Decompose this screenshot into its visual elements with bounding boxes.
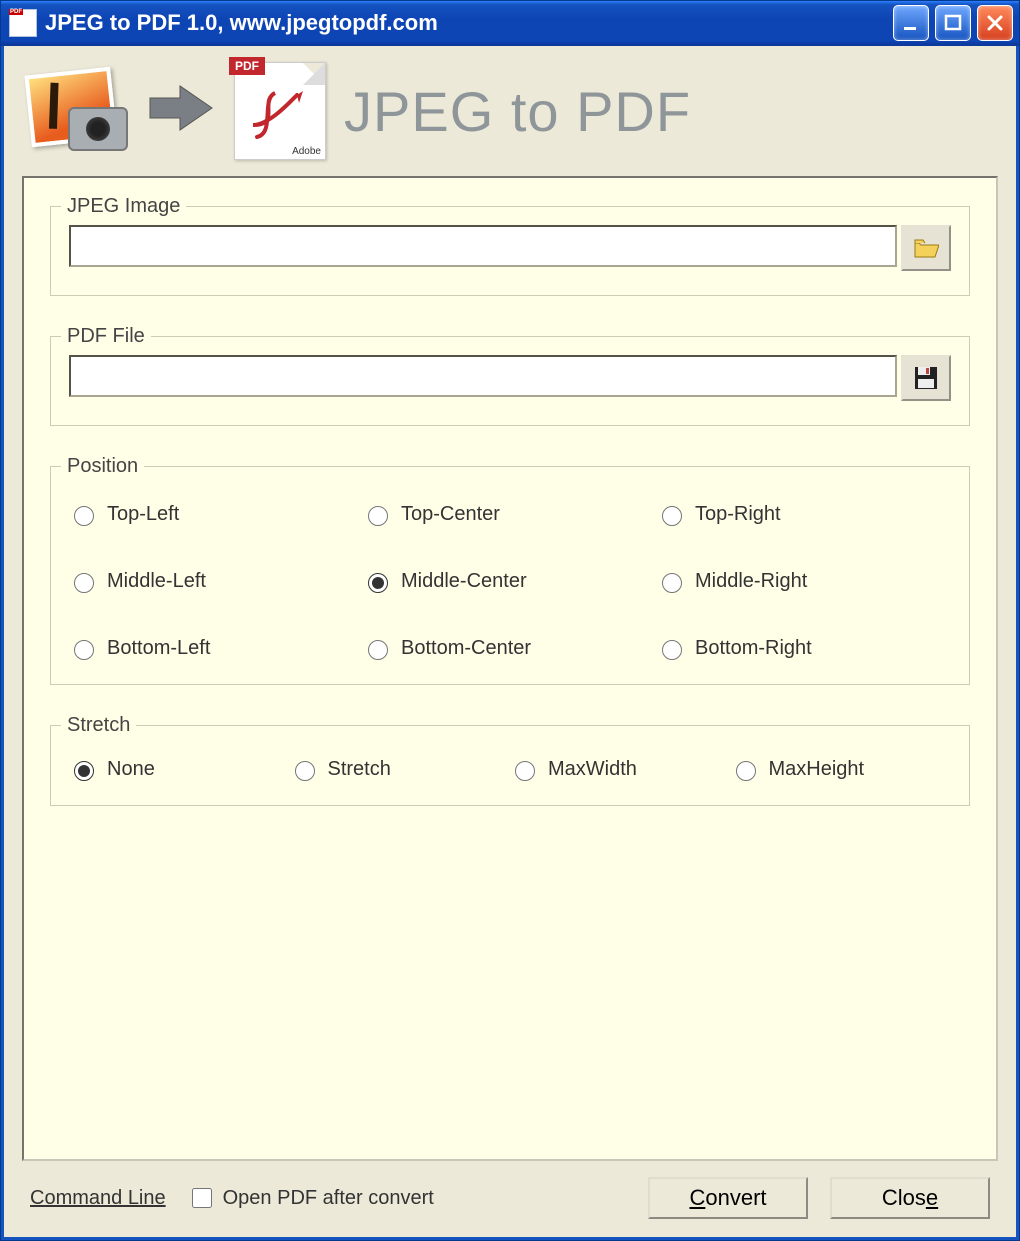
position-group: Position Top-LeftTop-CenterTop-RightMidd… xyxy=(50,466,970,685)
position-option-label: Middle-Right xyxy=(695,570,807,593)
minimize-button[interactable] xyxy=(893,5,929,41)
save-pdf-button[interactable] xyxy=(901,355,951,401)
position-option-label: Middle-Left xyxy=(107,570,206,593)
position-legend: Position xyxy=(61,455,144,478)
app-window: JPEG to PDF 1.0, www.jpegtopdf.com PDF xyxy=(0,0,1020,1241)
position-option-label: Bottom-Right xyxy=(695,637,812,660)
folder-open-icon xyxy=(913,235,939,261)
jpeg-image-group: JPEG Image xyxy=(50,206,970,296)
position-option-middle-left[interactable]: Middle-Left xyxy=(69,570,363,593)
stretch-option-stretch[interactable]: Stretch xyxy=(290,758,511,781)
position-option-bottom-right[interactable]: Bottom-Right xyxy=(657,637,951,660)
client-area: PDF Adobe JPEG to PDF JPEG Image xyxy=(1,46,1019,1240)
stretch-option-maxheight[interactable]: MaxHeight xyxy=(731,758,952,781)
stretch-option-none[interactable]: None xyxy=(69,758,290,781)
photo-camera-icon xyxy=(28,71,128,151)
minimize-icon xyxy=(901,13,921,33)
stretch-radio[interactable] xyxy=(74,761,94,781)
stretch-legend: Stretch xyxy=(61,714,136,737)
position-option-label: Middle-Center xyxy=(401,570,527,593)
footer-bar: Command Line Open PDF after convert Conv… xyxy=(22,1161,998,1219)
header-row: PDF Adobe JPEG to PDF xyxy=(22,58,998,176)
position-option-label: Bottom-Left xyxy=(107,637,210,660)
position-radio[interactable] xyxy=(662,573,682,593)
stretch-group: Stretch NoneStretchMaxWidthMaxHeight xyxy=(50,725,970,806)
position-radio[interactable] xyxy=(74,573,94,593)
position-option-top-center[interactable]: Top-Center xyxy=(363,503,657,526)
stretch-option-maxwidth[interactable]: MaxWidth xyxy=(510,758,731,781)
position-radio[interactable] xyxy=(74,640,94,660)
main-panel: JPEG Image PDF File xyxy=(22,176,998,1161)
position-option-middle-right[interactable]: Middle-Right xyxy=(657,570,951,593)
open-pdf-after-checkbox[interactable] xyxy=(192,1188,212,1208)
position-radio[interactable] xyxy=(368,640,388,660)
pdf-badge: PDF xyxy=(229,57,265,75)
browse-jpeg-button[interactable] xyxy=(901,225,951,271)
position-option-middle-center[interactable]: Middle-Center xyxy=(363,570,657,593)
position-option-top-left[interactable]: Top-Left xyxy=(69,503,363,526)
floppy-disk-icon xyxy=(913,365,939,391)
title-bar: JPEG to PDF 1.0, www.jpegtopdf.com xyxy=(1,1,1019,46)
position-radio[interactable] xyxy=(368,573,388,593)
jpeg-image-legend: JPEG Image xyxy=(61,195,186,218)
position-option-label: Top-Left xyxy=(107,503,179,526)
stretch-option-label: MaxHeight xyxy=(769,758,865,781)
stretch-option-label: MaxWidth xyxy=(548,758,637,781)
pdf-file-legend: PDF File xyxy=(61,325,151,348)
stretch-option-label: Stretch xyxy=(328,758,391,781)
maximize-icon xyxy=(943,13,963,33)
position-radio[interactable] xyxy=(368,506,388,526)
app-icon xyxy=(9,9,37,37)
stretch-radio[interactable] xyxy=(295,761,315,781)
arrow-right-icon xyxy=(146,80,216,142)
close-icon xyxy=(985,13,1005,33)
stretch-radio[interactable] xyxy=(515,761,535,781)
stretch-radio[interactable] xyxy=(736,761,756,781)
position-option-label: Bottom-Center xyxy=(401,637,531,660)
jpeg-image-input[interactable] xyxy=(69,225,897,267)
position-option-top-right[interactable]: Top-Right xyxy=(657,503,951,526)
position-radio[interactable] xyxy=(662,506,682,526)
position-option-bottom-left[interactable]: Bottom-Left xyxy=(69,637,363,660)
command-line-link[interactable]: Command Line xyxy=(30,1187,166,1210)
adobe-label: Adobe xyxy=(292,146,321,157)
maximize-button[interactable] xyxy=(935,5,971,41)
position-option-label: Top-Right xyxy=(695,503,781,526)
pdf-file-input[interactable] xyxy=(69,355,897,397)
pdf-file-group: PDF File xyxy=(50,336,970,426)
stretch-option-label: None xyxy=(107,758,155,781)
position-option-bottom-center[interactable]: Bottom-Center xyxy=(363,637,657,660)
open-pdf-after-label: Open PDF after convert xyxy=(223,1187,434,1210)
pdf-file-icon: PDF Adobe xyxy=(234,62,326,160)
adobe-swoosh-icon xyxy=(245,89,305,139)
app-heading: JPEG to PDF xyxy=(344,79,691,144)
close-app-button[interactable]: Close xyxy=(830,1177,990,1219)
window-title: JPEG to PDF 1.0, www.jpegtopdf.com xyxy=(45,10,887,36)
position-radio[interactable] xyxy=(74,506,94,526)
position-option-label: Top-Center xyxy=(401,503,500,526)
convert-button[interactable]: Convert xyxy=(648,1177,808,1219)
position-radio[interactable] xyxy=(662,640,682,660)
close-button[interactable] xyxy=(977,5,1013,41)
